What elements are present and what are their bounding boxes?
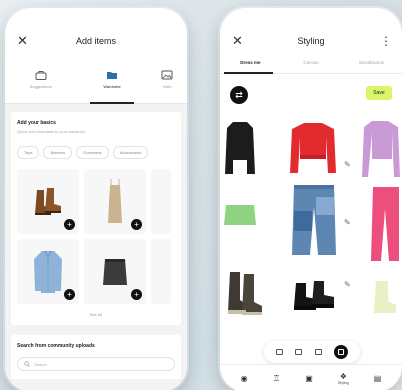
basics-section: Add your basics Quick add essentials to …: [11, 112, 181, 325]
tab-suggestions[interactable]: Suggestions: [5, 64, 76, 103]
item-partial[interactable]: [151, 239, 171, 304]
see-all-link[interactable]: See All: [17, 312, 175, 317]
shuffle-button[interactable]: ⇄: [230, 86, 248, 104]
add-icon[interactable]: +: [64, 289, 75, 300]
nav-styling[interactable]: ❖ Styling: [338, 371, 349, 385]
tab-label: Suggestions: [29, 84, 52, 89]
community-section: Search from community uploads Search: [11, 335, 181, 379]
outfit-item-combat-boots[interactable]: [224, 268, 266, 316]
tab-web[interactable]: Web: [148, 64, 187, 103]
chip-accessories[interactable]: Accessories: [112, 146, 149, 159]
add-icon[interactable]: +: [64, 219, 75, 230]
item-black-skirt[interactable]: +: [84, 239, 146, 304]
hanger-icon: ♖: [272, 373, 280, 383]
nav-home[interactable]: ◉: [240, 373, 248, 383]
bag-icon: [35, 71, 47, 80]
outfit-item-green-skirt[interactable]: [222, 202, 258, 228]
skirt-image: [103, 258, 127, 285]
outfit-item-red-cardigan[interactable]: [288, 120, 338, 178]
category-chips: Tops Bottoms Outerwear Accessories: [17, 146, 175, 159]
add-icon[interactable]: +: [131, 219, 142, 230]
styling-icon: ❖: [339, 371, 347, 381]
tab-dress-me[interactable]: Dress me: [220, 58, 281, 74]
item-slip-dress[interactable]: +: [84, 169, 146, 234]
image-icon: [161, 70, 173, 80]
item-partial[interactable]: [151, 169, 171, 234]
black-boots-image: [294, 281, 334, 310]
more-menu-icon[interactable]: ⋮: [380, 34, 392, 48]
tab-label: Wardrobe: [103, 84, 121, 89]
community-title: Search from community uploads: [17, 343, 95, 349]
layout-grid-icon[interactable]: [295, 349, 303, 355]
wardrobe-content: Add your basics Quick add essentials to …: [5, 104, 187, 390]
pink-trousers-image: [371, 187, 399, 261]
outfit-item-black-boots[interactable]: [292, 276, 338, 312]
dress-image: [108, 178, 122, 223]
outfit-canvas: ✎ ✎ ✎: [220, 118, 402, 333]
outfit-item-pink-trousers[interactable]: [368, 184, 400, 264]
outfit-item-blue-jeans[interactable]: [290, 182, 338, 258]
section-subtitle: Quick add essentials to your wardrobe: [17, 129, 86, 134]
add-icon[interactable]: +: [131, 289, 142, 300]
item-denim-shirt[interactable]: +: [17, 239, 79, 304]
add-items-header: ✕ Add items: [5, 8, 187, 64]
source-tabs: Suggestions Wardrobe Web: [5, 64, 187, 104]
nav-wardrobe[interactable]: ♖: [272, 373, 280, 383]
page-title: Styling: [297, 36, 325, 46]
search-input[interactable]: Search: [17, 357, 175, 371]
cream-boots-image: [374, 281, 396, 313]
profile-icon: ▤: [373, 373, 382, 383]
chip-outerwear[interactable]: Outerwear: [76, 146, 109, 159]
styling-controls: ⇄ Save: [220, 74, 402, 112]
nav-profile[interactable]: ▤: [373, 373, 382, 383]
basics-grid: + + + +: [17, 169, 175, 304]
chip-tops[interactable]: Tops: [17, 146, 40, 159]
outfit-item-pink-cardigan[interactable]: [360, 118, 400, 180]
combat-boots-image: [228, 272, 262, 315]
tab-moodboards[interactable]: Moodboards: [341, 58, 402, 73]
edit-icon[interactable]: ✎: [344, 160, 351, 169]
shirt-image: [34, 250, 62, 293]
outfit-item-cream-boots[interactable]: [370, 278, 400, 316]
search-icon: [24, 361, 30, 367]
boots-image: [35, 187, 61, 215]
folder-icon: [107, 72, 118, 79]
page-title: Add items: [75, 36, 117, 46]
green-skirt-image: [224, 205, 256, 225]
nav-calendar[interactable]: ▣: [305, 373, 313, 383]
calendar-icon: ▣: [305, 373, 313, 383]
layout-list-icon[interactable]: [276, 349, 284, 355]
home-icon: ◉: [240, 373, 248, 383]
nav-label: Styling: [338, 380, 349, 385]
search-placeholder: Search: [34, 361, 47, 367]
item-brown-boots[interactable]: +: [17, 169, 79, 234]
black-top-image: [225, 122, 255, 174]
red-cardigan-image: [290, 123, 336, 173]
layout-selected-icon[interactable]: [333, 345, 348, 359]
section-title: Add your basics: [17, 120, 56, 126]
bottom-navigation: ◉ ♖ ▣ ❖ Styling ▤: [220, 364, 402, 390]
edit-icon[interactable]: ✎: [344, 280, 351, 289]
tab-wardrobe[interactable]: Wardrobe: [76, 64, 147, 104]
phone-styling-screen: ✕ Styling ⋮ Dress me Canvas Moodboards ⇄…: [220, 8, 402, 390]
phone-add-items-screen: ✕ Add items Suggestions Wardrobe Web Add…: [5, 8, 187, 390]
jeans-image: [292, 185, 336, 255]
pink-cardigan-image: [362, 121, 400, 177]
layout-toolbar: [264, 341, 360, 363]
layout-rows-icon[interactable]: [314, 349, 322, 355]
chip-bottoms[interactable]: Bottoms: [43, 146, 73, 159]
outfit-item-black-top[interactable]: [220, 118, 260, 178]
styling-tabs: Dress me Canvas Moodboards: [220, 58, 402, 74]
styling-header: ✕ Styling ⋮: [220, 8, 402, 64]
save-button[interactable]: Save: [366, 86, 392, 100]
tab-canvas[interactable]: Canvas: [281, 58, 342, 73]
tab-label: Web: [163, 84, 172, 89]
edit-icon[interactable]: ✎: [344, 218, 351, 227]
